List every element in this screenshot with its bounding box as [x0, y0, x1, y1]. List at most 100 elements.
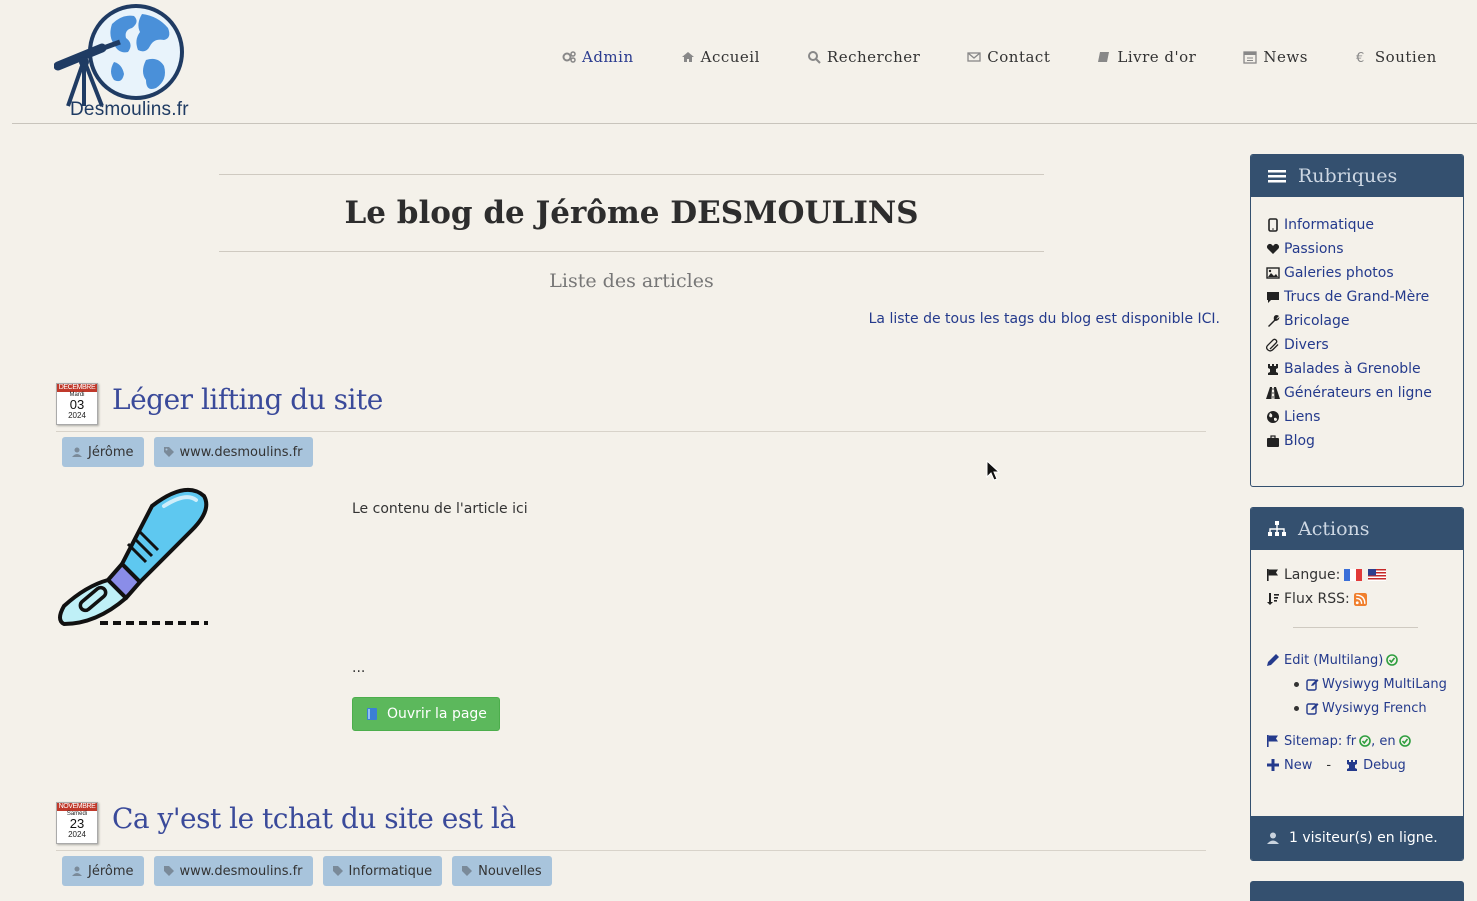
sidebar-item-divers[interactable]: Divers: [1266, 333, 1448, 357]
sitemap-fr-link[interactable]: fr: [1346, 734, 1356, 749]
scalpel-image: [58, 487, 209, 626]
article-excerpt: Le contenu de l'article ici: [352, 501, 528, 517]
nav-soutien[interactable]: € Soutien: [1355, 48, 1437, 66]
article-header: NOVEMBRE Samedi 23 2024 Ca y'est le tcha…: [56, 798, 1206, 851]
article-tags: Jérôme www.desmoulins.fr: [62, 437, 323, 467]
calendar-year: 2024: [68, 830, 86, 839]
actions-header: Actions: [1251, 508, 1463, 550]
sidebar-item-trucs-grand-mere[interactable]: Trucs de Grand-Mère: [1266, 285, 1448, 309]
envelope-icon: [967, 52, 981, 62]
calendar-year: 2024: [68, 411, 86, 420]
sitemap-separator: ,: [1371, 733, 1380, 749]
paperclip-icon: [1266, 338, 1279, 352]
book-icon: [1098, 52, 1110, 62]
separator: -: [1326, 757, 1332, 773]
debug-link[interactable]: Debug: [1363, 758, 1406, 773]
logo-text: Desmoulins.fr: [70, 99, 189, 120]
tag-item[interactable]: www.desmoulins.fr: [153, 856, 313, 886]
mobile-icon: [1268, 218, 1278, 232]
nav-livre-dor[interactable]: Livre d'or: [1097, 48, 1196, 66]
wysiwyg-multilang-item[interactable]: Wysiwyg MultiLang: [1266, 672, 1448, 696]
edit-icon: [1306, 678, 1319, 691]
edit-row[interactable]: Edit (Multilang): [1266, 648, 1448, 672]
mouse-cursor-icon: [986, 460, 1000, 481]
sidebar-item-balades-grenoble[interactable]: Balades à Grenoble: [1266, 357, 1448, 381]
sidebar-item-passions[interactable]: Passions: [1266, 237, 1448, 261]
sidebar-item-liens[interactable]: Liens: [1266, 405, 1448, 429]
check-circle-icon: [1359, 735, 1371, 747]
sidebar-item-informatique[interactable]: Informatique: [1266, 213, 1448, 237]
tag-icon: [163, 866, 174, 876]
article-title[interactable]: Ca y'est le tchat du site est là: [112, 802, 516, 835]
nav-rechercher[interactable]: Rechercher: [807, 48, 920, 66]
sort-icon: [1267, 593, 1279, 605]
language-row: Langue:: [1266, 563, 1448, 587]
author-tag[interactable]: Jérôme: [62, 437, 144, 467]
heart-icon: [1266, 243, 1280, 254]
page-title: Le blog de Jérôme DESMOULINS: [344, 195, 919, 231]
article-ellipsis: ...: [352, 660, 366, 676]
nav-admin-label: Admin: [582, 48, 634, 66]
globe-icon: [1267, 411, 1279, 423]
site-header: Desmoulins.fr Admin Accueil Rechercher C…: [12, 0, 1477, 124]
calendar-day: 23: [69, 816, 85, 831]
sitemap-en-link[interactable]: en: [1379, 734, 1395, 749]
sidebar-item-blog[interactable]: Blog: [1266, 429, 1448, 453]
pencil-icon: [1267, 654, 1279, 666]
plus-icon: [1267, 759, 1279, 771]
article-title[interactable]: Léger lifting du site: [112, 383, 383, 416]
next-panel-header: [1250, 881, 1464, 901]
tag-label: Nouvelles: [478, 863, 542, 879]
sidebar-item-generateurs[interactable]: Générateurs en ligne: [1266, 381, 1448, 405]
wysiwyg-french-label: Wysiwyg French: [1322, 700, 1427, 716]
french-flag-icon[interactable]: [1344, 569, 1363, 581]
open-page-label: Ouvrir la page: [387, 706, 487, 722]
user-icon: [72, 866, 82, 876]
site-logo[interactable]: Desmoulins.fr: [53, 0, 214, 122]
tag-item[interactable]: www.desmoulins.fr: [153, 437, 313, 467]
nav-livre-dor-label: Livre d'or: [1117, 48, 1197, 66]
sidebar-item-bricolage[interactable]: Bricolage: [1266, 309, 1448, 333]
author-tag[interactable]: Jérôme: [62, 856, 144, 886]
new-link[interactable]: New: [1284, 758, 1312, 773]
tag-item[interactable]: Informatique: [322, 856, 443, 886]
rubriques-title: Rubriques: [1298, 165, 1398, 187]
user-icon: [1267, 832, 1279, 844]
visitors-count: 1 visiteur(s) en ligne.: [1289, 830, 1438, 846]
rubriques-panel: Rubriques Informatique Passions Galeries…: [1250, 154, 1464, 487]
actions-panel: Actions Langue: Flux RSS: Edit (Multilan…: [1250, 507, 1464, 861]
calendar-month: DÉCEMBRE: [57, 384, 97, 392]
sidebar-item-label: Passions: [1284, 241, 1344, 257]
sidebar-item-label: Informatique: [1284, 217, 1374, 233]
rook-icon: [1347, 760, 1358, 771]
rss-icon[interactable]: [1353, 592, 1367, 606]
briefcase-icon: [1267, 435, 1279, 447]
tag-item[interactable]: Nouvelles: [452, 856, 552, 886]
edit-multilang-link[interactable]: Edit (Multilang): [1284, 653, 1383, 668]
tags-list-link[interactable]: La liste de tous les tags du blog est di…: [869, 311, 1220, 327]
sidebar-item-label: Divers: [1284, 337, 1329, 353]
us-flag-icon[interactable]: [1367, 569, 1387, 581]
nav-contact[interactable]: Contact: [967, 48, 1050, 66]
sidebar-item-label: Galeries photos: [1284, 265, 1394, 281]
nav-contact-label: Contact: [987, 48, 1051, 66]
nav-news[interactable]: News: [1243, 48, 1308, 66]
tag-icon: [332, 866, 343, 876]
wrench-icon: [1268, 315, 1280, 327]
calendar-day: 03: [69, 397, 85, 412]
language-label: Langue:: [1284, 567, 1341, 583]
open-page-button[interactable]: Ouvrir la page: [352, 697, 500, 731]
search-icon: [807, 51, 821, 64]
calendar-icon: DÉCEMBRE Mardi 03 2024: [56, 383, 98, 425]
nav-admin[interactable]: Admin: [562, 48, 634, 66]
sidebar-item-label: Trucs de Grand-Mère: [1284, 289, 1430, 305]
nav-accueil-label: Accueil: [700, 48, 760, 66]
rubriques-header: Rubriques: [1251, 155, 1463, 197]
check-circle-icon: [1398, 735, 1411, 747]
calendar-month: NOVEMBRE: [57, 803, 97, 811]
wysiwyg-french-item[interactable]: Wysiwyg French: [1266, 696, 1448, 720]
sidebar-item-galeries-photos[interactable]: Galeries photos: [1266, 261, 1448, 285]
comment-icon: [1267, 292, 1279, 303]
nav-accueil[interactable]: Accueil: [681, 48, 760, 66]
gears-icon: [562, 51, 576, 63]
